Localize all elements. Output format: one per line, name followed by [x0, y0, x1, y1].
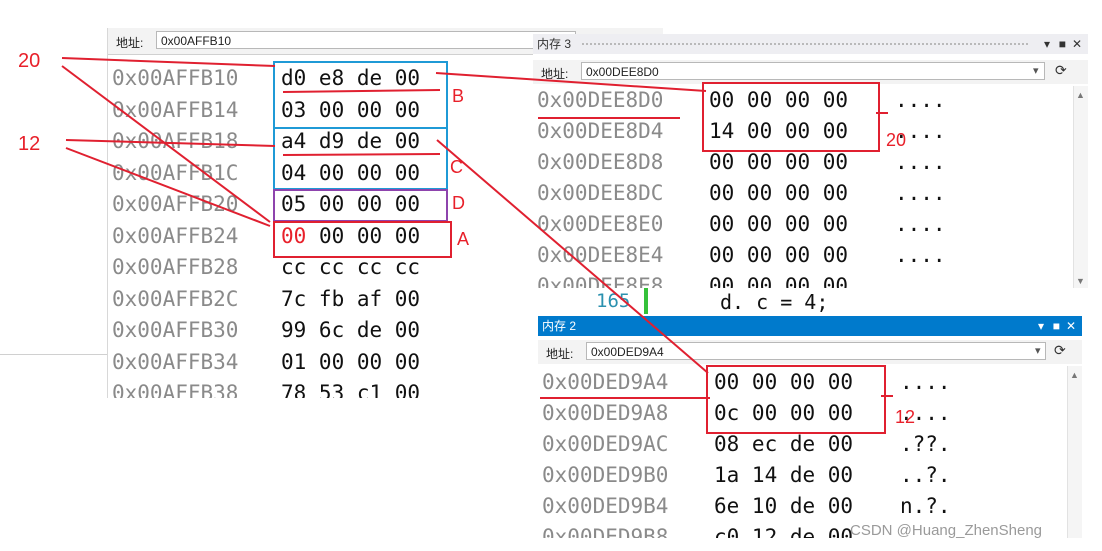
annotation-B: B	[452, 86, 465, 106]
annotation-D: D	[452, 193, 465, 213]
annotation-memory3-value: 20	[886, 130, 907, 150]
annotation-12: 12	[18, 133, 41, 155]
annotation-lines	[61, 57, 893, 399]
annotation-C: C	[450, 157, 463, 177]
watermark: CSDN @Huang_ZhenSheng	[850, 522, 1043, 539]
annotation-20: 20	[18, 50, 41, 72]
annotation-A: A	[457, 229, 470, 249]
annotation-memory2-value: 12	[895, 407, 916, 427]
